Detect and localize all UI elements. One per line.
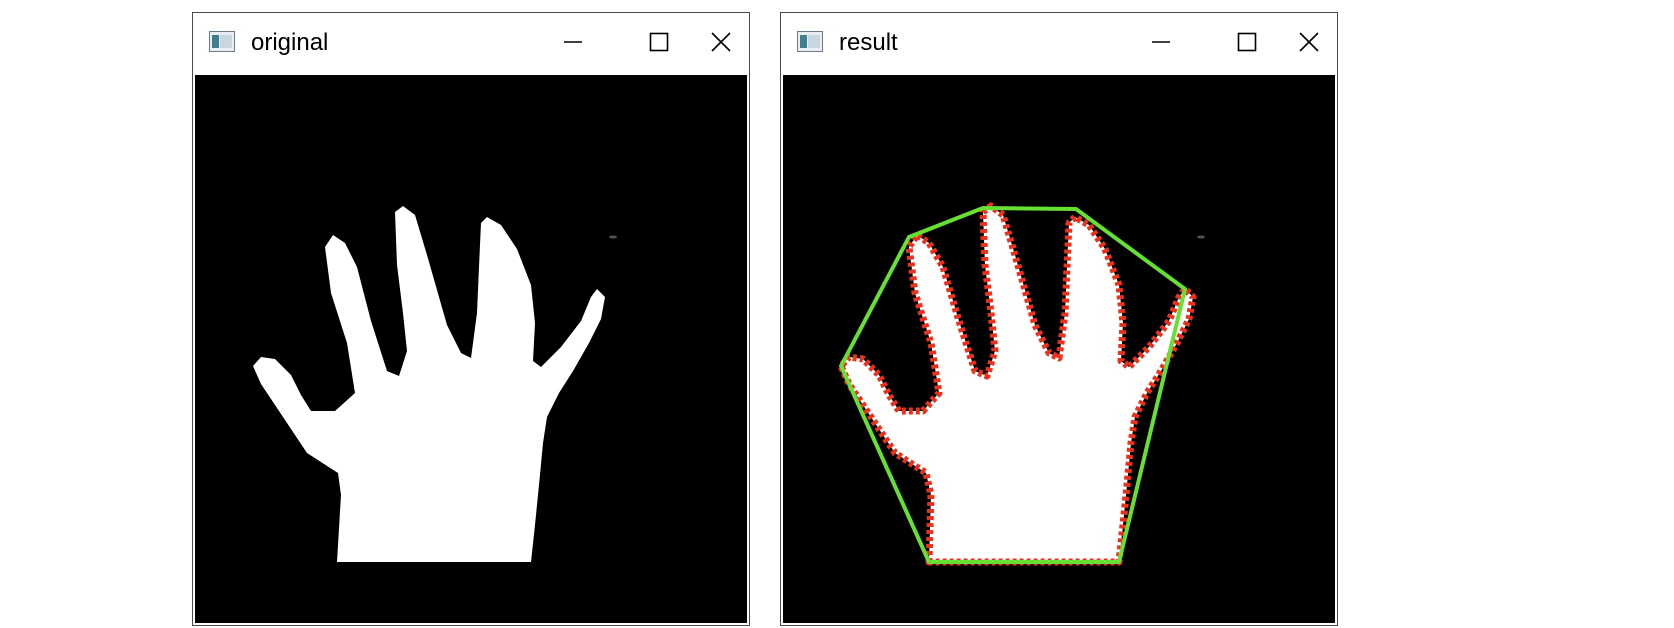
window-result: result [780, 12, 1338, 626]
app-window-icon [797, 31, 823, 52]
hand-speck [1197, 235, 1205, 239]
close-icon [711, 32, 731, 52]
window-title: result [839, 29, 898, 56]
maximize-button[interactable] [1219, 23, 1275, 61]
minimize-icon [564, 41, 582, 43]
title-bar[interactable]: result [781, 13, 1337, 74]
maximize-icon [649, 32, 669, 52]
close-button[interactable] [1281, 23, 1337, 61]
window-original: original [192, 12, 750, 626]
close-button[interactable] [693, 23, 749, 61]
close-icon [1299, 32, 1319, 52]
minimize-button[interactable] [1133, 23, 1189, 61]
hand-shape [253, 206, 605, 562]
minimize-icon [1152, 41, 1170, 43]
app-window-icon [209, 31, 235, 52]
maximize-button[interactable] [631, 23, 687, 61]
minimize-button[interactable] [545, 23, 601, 61]
hull-result-image [783, 75, 1205, 623]
image-canvas [783, 75, 1335, 623]
hand-mask-image [253, 206, 617, 562]
maximize-icon [1237, 32, 1257, 52]
hand-speck [609, 235, 617, 239]
window-title: original [251, 29, 329, 56]
image-canvas [195, 75, 747, 623]
title-bar[interactable]: original [193, 13, 749, 74]
